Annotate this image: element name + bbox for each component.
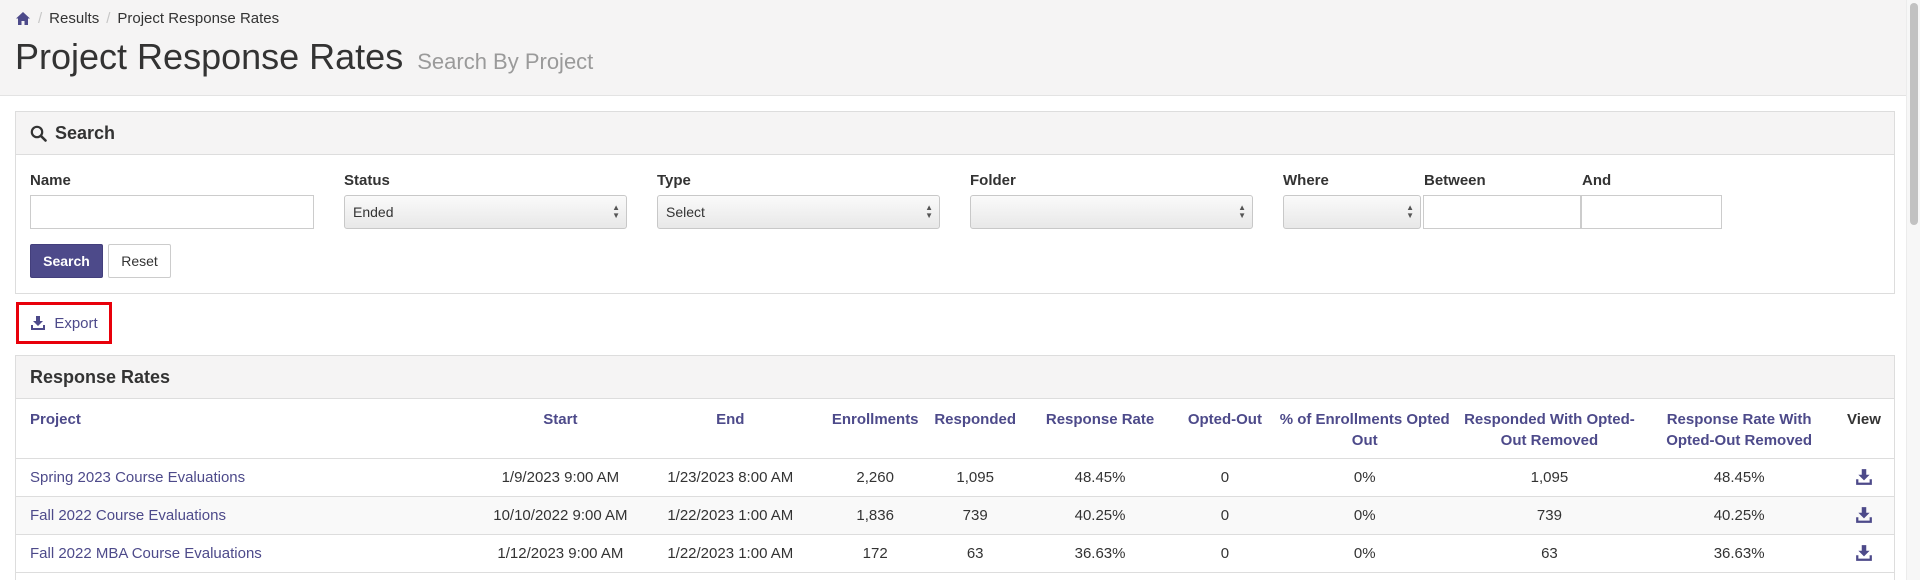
status-select[interactable]: Ended ▲ ▼ bbox=[344, 195, 627, 229]
column-header-project[interactable]: Project bbox=[16, 399, 486, 459]
between-label: Between bbox=[1424, 172, 1486, 189]
responded-removed-cell: 1,095 bbox=[1454, 458, 1645, 497]
download-icon[interactable] bbox=[1855, 544, 1873, 562]
response-rates-heading: Response Rates bbox=[16, 356, 1894, 399]
opted-out-cell: 0 bbox=[1174, 534, 1275, 573]
reset-button[interactable]: Reset bbox=[108, 244, 171, 278]
where-select[interactable]: ▲ ▼ bbox=[1283, 195, 1421, 229]
and-input[interactable] bbox=[1581, 195, 1722, 229]
search-icon bbox=[30, 125, 47, 142]
select-arrows-icon: ▲ ▼ bbox=[1406, 203, 1414, 220]
scrollbar-thumb[interactable] bbox=[1910, 3, 1918, 225]
search-button[interactable]: Search bbox=[30, 244, 103, 278]
pct-opted-out-cell: 0% bbox=[1274, 458, 1455, 497]
opted-out-cell: 0 bbox=[1174, 496, 1275, 535]
column-header-end[interactable]: End bbox=[635, 399, 826, 459]
column-header-pct-opted-out[interactable]: % of Enrollments Opted Out bbox=[1274, 399, 1455, 459]
rate-removed-cell: 36.63% bbox=[1644, 534, 1834, 573]
start-cell: 10/10/2022 9:00 AM bbox=[485, 496, 636, 535]
pct-opted-out-cell: 0% bbox=[1274, 496, 1455, 535]
vertical-scrollbar[interactable] bbox=[1906, 0, 1920, 580]
page-title: Project Response Rates Search By Project bbox=[15, 36, 593, 78]
folder-label: Folder bbox=[970, 172, 1016, 189]
project-cell: Fall 2022 Course Evaluations bbox=[16, 496, 486, 535]
home-icon[interactable] bbox=[15, 11, 31, 26]
type-label: Type bbox=[657, 172, 691, 189]
where-label: Where bbox=[1283, 172, 1329, 189]
type-select-value: Select bbox=[666, 204, 705, 220]
response-rates-heading-text: Response Rates bbox=[30, 366, 171, 387]
table-row: Fall 2022 MBA Course Evaluations 1/12/20… bbox=[16, 534, 1894, 573]
name-input[interactable] bbox=[30, 195, 314, 229]
end-cell: 1/22/2023 1:00 AM bbox=[635, 534, 826, 573]
response-rates-panel: Response Rates Project Start End Enrollm… bbox=[15, 355, 1895, 580]
opted-out-cell: 0 bbox=[1174, 458, 1275, 497]
rate-removed-cell: 48.45% bbox=[1644, 458, 1834, 497]
pct-opted-out-cell: 0% bbox=[1274, 534, 1455, 573]
start-cell: 1/9/2023 9:00 AM bbox=[485, 458, 636, 497]
page-title-text: Project Response Rates bbox=[15, 36, 404, 77]
column-header-enrollments[interactable]: Enrollments bbox=[825, 399, 926, 459]
column-header-response-rate[interactable]: Response Rate bbox=[1025, 399, 1175, 459]
table-row: Spring 2023 Course Evaluations 1/9/2023 … bbox=[16, 458, 1894, 497]
search-panel: Search Name Status Ended ▲ ▼ Type Select … bbox=[15, 111, 1895, 294]
name-label: Name bbox=[30, 172, 71, 189]
responded-removed-cell: 739 bbox=[1454, 496, 1645, 535]
search-heading-text: Search bbox=[55, 122, 116, 143]
column-header-view: View bbox=[1833, 399, 1894, 459]
column-header-start[interactable]: Start bbox=[485, 399, 636, 459]
end-cell: 1/23/2023 8:00 AM bbox=[635, 458, 826, 497]
download-icon[interactable] bbox=[1855, 468, 1873, 486]
table-header-row: Project Start End Enrollments Responded … bbox=[16, 399, 1894, 459]
status-label: Status bbox=[344, 172, 390, 189]
response-rate-cell: 40.25% bbox=[1025, 496, 1175, 535]
project-link[interactable]: Spring 2023 Course Evaluations bbox=[30, 469, 245, 486]
column-header-opted-out[interactable]: Opted-Out bbox=[1174, 399, 1275, 459]
status-select-value: Ended bbox=[353, 204, 394, 220]
table-row: Fall 2022 Course Evaluations 10/10/2022 … bbox=[16, 496, 1894, 535]
response-rate-cell: 36.63% bbox=[1025, 534, 1175, 573]
start-cell: 1/12/2023 9:00 AM bbox=[485, 534, 636, 573]
search-panel-heading: Search bbox=[16, 112, 1894, 155]
enrollments-cell: 1,836 bbox=[825, 496, 926, 535]
breadcrumb-item-current: Project Response Rates bbox=[117, 9, 280, 27]
project-link[interactable]: Fall 2022 MBA Course Evaluations bbox=[30, 545, 262, 562]
export-button[interactable]: Export bbox=[16, 302, 112, 344]
column-header-responded-removed[interactable]: Responded With Opted-Out Removed bbox=[1454, 399, 1645, 459]
between-input[interactable] bbox=[1423, 195, 1581, 229]
breadcrumb-separator: / bbox=[106, 9, 111, 27]
breadcrumb: / Results / Project Response Rates bbox=[15, 9, 279, 27]
project-cell: Spring 2023 Course Evaluations bbox=[16, 458, 486, 497]
responded-cell: 63 bbox=[925, 534, 1026, 573]
select-arrows-icon: ▲ ▼ bbox=[1238, 203, 1246, 220]
page-subtitle: Search By Project bbox=[417, 49, 594, 74]
page-header: / Results / Project Response Rates Proje… bbox=[0, 0, 1906, 96]
select-arrows-icon: ▲ ▼ bbox=[612, 203, 620, 220]
folder-select[interactable]: ▲ ▼ bbox=[970, 195, 1253, 229]
select-arrows-icon: ▲ ▼ bbox=[925, 203, 933, 220]
view-cell bbox=[1833, 458, 1894, 497]
rate-removed-cell: 40.25% bbox=[1644, 496, 1834, 535]
view-cell bbox=[1833, 496, 1894, 535]
end-cell: 1/22/2023 1:00 AM bbox=[635, 496, 826, 535]
column-header-responded[interactable]: Responded bbox=[925, 399, 1026, 459]
responded-cell: 739 bbox=[925, 496, 1026, 535]
enrollments-cell: 2,260 bbox=[825, 458, 926, 497]
response-rates-table: Project Start End Enrollments Responded … bbox=[16, 399, 1894, 573]
breadcrumb-separator: / bbox=[38, 9, 43, 27]
enrollments-cell: 172 bbox=[825, 534, 926, 573]
project-link[interactable]: Fall 2022 Course Evaluations bbox=[30, 507, 226, 524]
view-cell bbox=[1833, 534, 1894, 573]
response-rate-cell: 48.45% bbox=[1025, 458, 1175, 497]
type-select[interactable]: Select ▲ ▼ bbox=[657, 195, 940, 229]
download-icon[interactable] bbox=[1855, 506, 1873, 524]
column-header-rate-removed[interactable]: Response Rate With Opted-Out Removed bbox=[1644, 399, 1834, 459]
breadcrumb-item-results[interactable]: Results bbox=[49, 10, 99, 27]
and-label: And bbox=[1582, 172, 1612, 189]
export-label: Export bbox=[54, 314, 98, 332]
download-icon bbox=[31, 316, 46, 330]
responded-cell: 1,095 bbox=[925, 458, 1026, 497]
project-cell: Fall 2022 MBA Course Evaluations bbox=[16, 534, 486, 573]
responded-removed-cell: 63 bbox=[1454, 534, 1645, 573]
